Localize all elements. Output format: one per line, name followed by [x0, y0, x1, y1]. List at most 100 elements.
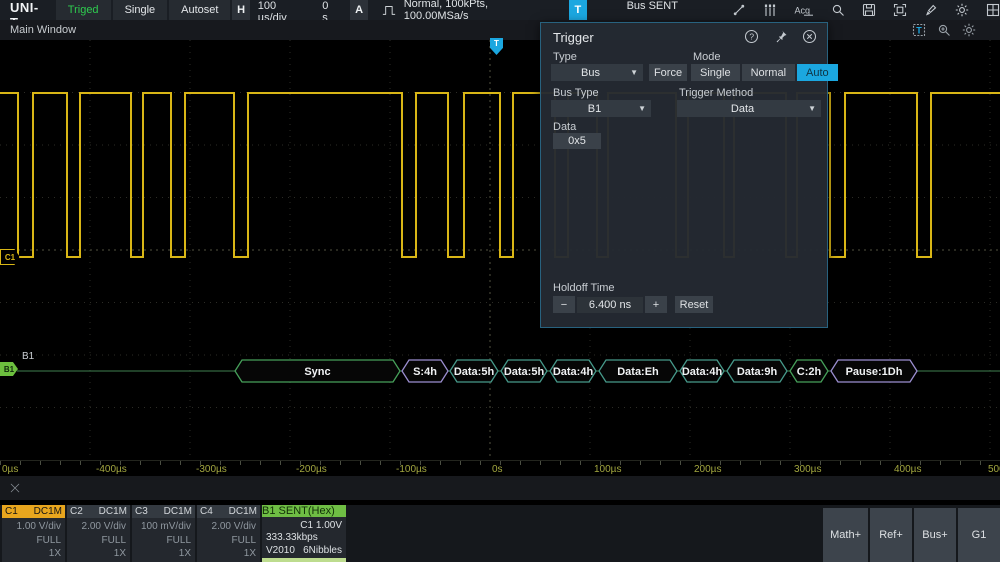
time-axis-label: 0µs: [2, 464, 18, 475]
settings-icon[interactable]: [962, 23, 976, 37]
bus-decode-segment: Data:Eh: [599, 360, 677, 382]
search-icon[interactable]: [831, 3, 845, 17]
acquire-key[interactable]: A: [350, 0, 367, 20]
svg-text:Pause:1Dh: Pause:1Dh: [846, 366, 903, 378]
bus-decode-segment: Sync: [235, 360, 400, 382]
bottom-button-ref[interactable]: Ref+: [870, 508, 912, 562]
channel-setting: 1X: [6, 548, 61, 559]
trigger-summary[interactable]: Bus SENT: [587, 0, 719, 20]
type-dropdown[interactable]: Bus▼: [551, 64, 643, 81]
bus1-version: V2010: [266, 545, 295, 556]
scope-canvas: SyncS:4hData:5hData:5hData:4hData:EhData…: [0, 40, 1000, 460]
trigger-method-dropdown[interactable]: Data▼: [677, 100, 821, 117]
channel-id: C2: [70, 506, 83, 517]
time-axis-label: -200µs: [296, 464, 327, 475]
dialog-title: Trigger: [553, 30, 594, 45]
mode-button-single[interactable]: Single: [691, 64, 740, 81]
bus1-label: B1: [22, 351, 34, 362]
time-axis: 0µs-400µs-300µs-200µs-100µs0s100µs200µs3…: [0, 460, 1000, 477]
bus-decode-segment: Data:4h: [680, 360, 724, 382]
horizontal-key[interactable]: H: [232, 0, 249, 20]
time-axis-label: 300µs: [794, 464, 821, 475]
channel-setting: FULL: [136, 535, 191, 546]
channel-setting: 2.00 V/div: [201, 521, 256, 532]
toolbar-button-autoset[interactable]: Autoset: [169, 0, 230, 20]
time-axis-label: 200µs: [694, 464, 721, 475]
channel-setting: 2.00 V/div: [71, 521, 126, 532]
close-icon[interactable]: [802, 29, 817, 44]
bus1-panel[interactable]: B1 SENT(Hex) C1 1.00V 333.33kbps V2010 6…: [262, 505, 346, 562]
channel-setting: 1X: [201, 548, 256, 559]
help-icon[interactable]: ?: [744, 29, 759, 44]
svg-text:?: ?: [749, 32, 754, 42]
horizontal-offset-value[interactable]: 0 s: [314, 0, 344, 20]
time-axis-label: 400µs: [894, 464, 921, 475]
svg-text:S:4h: S:4h: [413, 366, 437, 378]
toolbar-button-single[interactable]: Single: [113, 0, 168, 20]
force-button[interactable]: Force: [649, 64, 687, 81]
measure-icon[interactable]: [763, 3, 777, 17]
channel-panel-c4[interactable]: C4DC1M2.00 V/divFULL1X: [197, 505, 260, 562]
channel-bar: C1DC1M1.00 V/divFULL1XC2DC1M2.00 V/divFU…: [0, 505, 1000, 562]
waveform-display[interactable]: SyncS:4hData:5hData:5hData:4hData:EhData…: [0, 40, 1000, 460]
zoom-in-icon[interactable]: [937, 23, 951, 37]
acq-icon[interactable]: Acq: [794, 3, 814, 17]
holdoff-label: Holdoff Time: [553, 282, 615, 294]
toolbar-button-triged[interactable]: Triged: [56, 0, 111, 20]
bus1-nibbles: 6Nibbles: [303, 545, 342, 556]
channel-setting: 100 mV/div: [136, 521, 191, 532]
trigger-key[interactable]: T: [569, 0, 586, 20]
holdoff-decrement-button[interactable]: −: [553, 296, 575, 313]
brush-icon[interactable]: [924, 3, 938, 17]
layout-icon[interactable]: [986, 3, 1000, 17]
bottom-button-bus[interactable]: Bus+: [914, 508, 956, 562]
svg-text:Data:4h: Data:4h: [553, 366, 594, 378]
channel-panel-c3[interactable]: C3DC1M100 mV/divFULL1X: [132, 505, 195, 562]
pulse-icon: [382, 3, 396, 17]
channel-setting: 1.00 V/div: [6, 521, 61, 532]
holdoff-reset-button[interactable]: Reset: [675, 296, 713, 313]
trigger-method-label: Trigger Method: [679, 87, 753, 99]
channel-panel-c1[interactable]: C1DC1M1.00 V/divFULL1X: [2, 505, 65, 562]
bus1-source: C1 1.00V: [266, 520, 342, 531]
text-tool-icon[interactable]: T: [912, 23, 926, 37]
time-axis-label: 500µs: [988, 464, 1000, 475]
pin-icon[interactable]: [773, 29, 788, 44]
bottom-button-math[interactable]: Math+: [823, 508, 868, 562]
bus1-activity-bar: [262, 558, 346, 562]
channel-coupling: DC1M: [164, 506, 192, 517]
close-all-icon[interactable]: [6, 479, 24, 497]
c1-waveform-trace: [0, 93, 1000, 257]
holdoff-value[interactable]: 6.400 ns: [577, 297, 643, 313]
bus-type-dropdown[interactable]: B1▼: [551, 100, 651, 117]
acquisition-info[interactable]: Normal, 100kPts, 100.00MSa/s: [396, 0, 557, 22]
channel-panels: C1DC1M1.00 V/divFULL1XC2DC1M2.00 V/divFU…: [0, 505, 260, 562]
channel-coupling: DC1M: [99, 506, 127, 517]
status-strip: [0, 476, 1000, 500]
mode-label: Mode: [693, 51, 721, 63]
mode-button-auto[interactable]: Auto: [797, 64, 838, 81]
brand-logo: UNI-T: [0, 0, 56, 20]
channel-setting: 1X: [71, 548, 126, 559]
mode-button-normal[interactable]: Normal: [742, 64, 795, 81]
svg-text:Acq: Acq: [795, 6, 811, 16]
data-value-box[interactable]: 0x5: [553, 133, 601, 149]
chevron-down-icon: ▼: [638, 104, 651, 113]
channel-id: C4: [200, 506, 213, 517]
bus-decode-segment: Data:4h: [550, 360, 596, 382]
screenshot-icon[interactable]: [893, 3, 907, 17]
bottom-buttons: Math+Ref+Bus+G1: [823, 505, 1000, 562]
save-icon[interactable]: [862, 3, 876, 17]
channel-panel-c2[interactable]: C2DC1M2.00 V/divFULL1X: [67, 505, 130, 562]
bus1-type: SENT(Hex): [279, 505, 335, 517]
timebase-value[interactable]: 100 µs/div: [250, 0, 314, 20]
svg-text:Data:Eh: Data:Eh: [617, 366, 659, 378]
settings-icon[interactable]: [955, 3, 969, 17]
holdoff-increment-button[interactable]: +: [645, 296, 667, 313]
cursor-icon[interactable]: [732, 3, 746, 17]
bus-decode-segment: Data:5h: [501, 360, 547, 382]
bus-type-label: Bus Type: [553, 87, 599, 99]
window-title: Main Window: [0, 24, 76, 36]
bottom-button-g1[interactable]: G1: [958, 508, 1000, 562]
channel-setting: FULL: [6, 535, 61, 546]
